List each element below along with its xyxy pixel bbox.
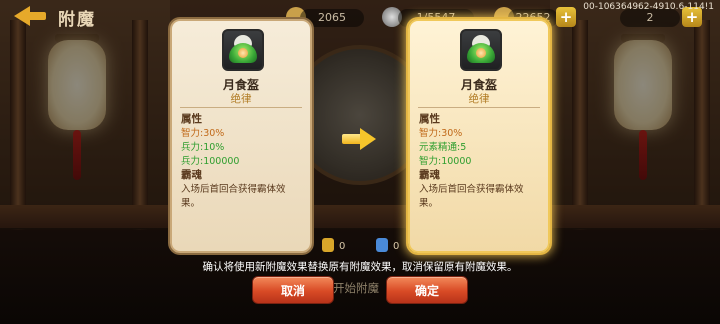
divider (180, 107, 302, 108)
cancel-button[interactable]: 取消 (252, 276, 334, 304)
soul-description: 入场后首回合获得霸体效果。 (181, 184, 286, 209)
helmet-gem (238, 48, 248, 58)
divider (418, 107, 540, 108)
attribute-line: 兵力:100000 (181, 156, 240, 167)
item-icon-frame (222, 29, 264, 71)
arrow-shaft (342, 134, 362, 144)
arrow-right-icon (342, 128, 378, 150)
attribute-line: 智力:30% (419, 128, 463, 139)
arrow-head (360, 128, 376, 150)
new-enchant-card: 月食盔 绝律 属性 智力:30% 元素精通:5 智力:10000 霸魂 入场后首… (408, 19, 550, 253)
start-enchant-label: 开始附魔 (333, 281, 379, 295)
attributes-label: 属性 (181, 113, 202, 125)
soul-label: 霸魂 (419, 169, 440, 181)
page-title: 附魔 (58, 10, 96, 30)
material-icon (322, 238, 334, 252)
top-bar: 附魔 2065 1/5547 22652 + 2 + 00-106364962-… (0, 0, 720, 34)
item-quality: 绝律 (230, 93, 252, 105)
attribute-line: 智力:30% (181, 128, 225, 139)
build-id: 00-106364962-4910.6-114!1 (583, 2, 714, 12)
material-count: 0 (339, 241, 346, 252)
confirm-button[interactable]: 确定 (386, 276, 468, 304)
add-resource-button[interactable]: + (556, 7, 576, 27)
gem-count: 0 (393, 241, 400, 252)
item-quality: 绝律 (468, 93, 490, 105)
attributes-label: 属性 (419, 113, 440, 125)
attribute-line: 兵力:10% (181, 142, 225, 153)
attribute-line: 元素精通:5 (419, 142, 467, 153)
bottom-bar (0, 228, 720, 324)
back-arrow-shaft (28, 12, 46, 20)
back-button[interactable] (14, 3, 54, 29)
confirm-message: 确认将使用新附魔效果替换原有附魔效果，取消保留原有附魔效果。 (202, 261, 518, 273)
current-enchant-card: 月食盔 绝律 属性 智力:30% 兵力:10% 兵力:100000 霸魂 入场后… (170, 19, 312, 253)
gem-icon (376, 238, 388, 252)
item-icon-frame (460, 29, 502, 71)
attribute-line: 智力:10000 (419, 156, 472, 167)
helmet-gem (476, 48, 486, 58)
soul-label: 霸魂 (181, 169, 202, 181)
soul-description: 入场后首回合获得霸体效果。 (419, 184, 524, 209)
